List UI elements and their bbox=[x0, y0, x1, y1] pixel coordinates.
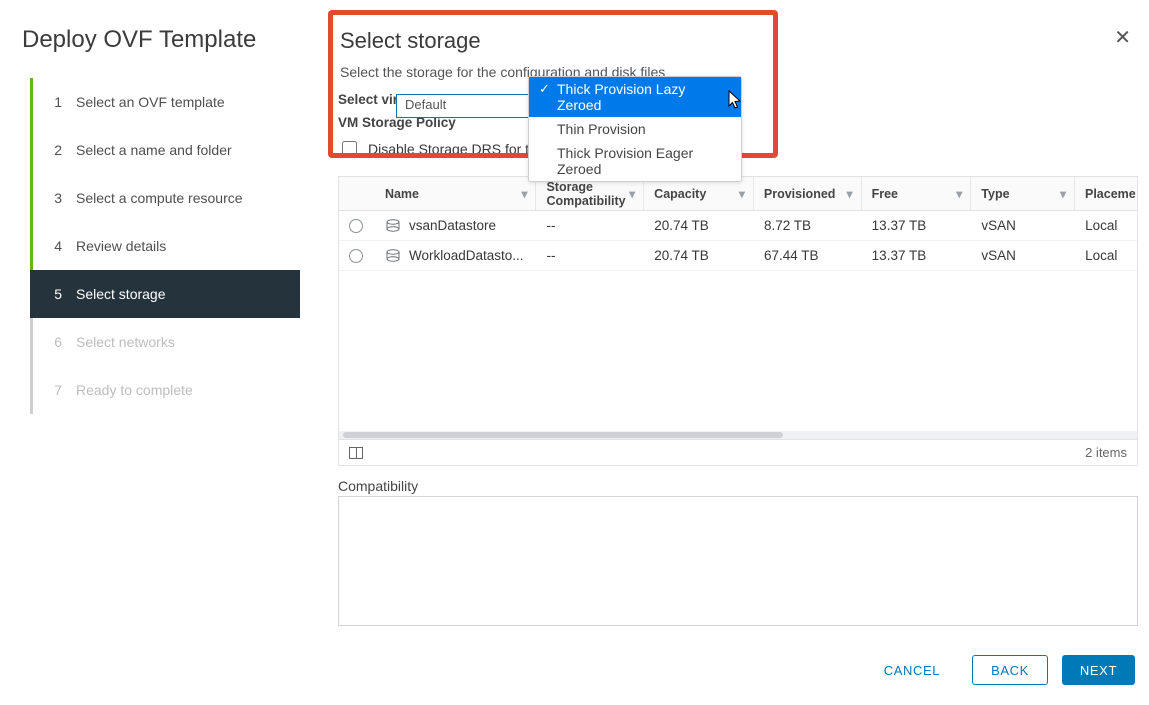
table-row[interactable]: WorkloadDatasto... -- 20.74 TB 67.44 TB … bbox=[339, 241, 1137, 271]
filter-icon[interactable]: ▾ bbox=[739, 187, 745, 201]
row-name: WorkloadDatasto... bbox=[409, 248, 524, 263]
filter-icon[interactable]: ▾ bbox=[521, 187, 527, 201]
cancel-button[interactable]: CANCEL bbox=[866, 655, 958, 685]
row-radio[interactable] bbox=[349, 249, 363, 263]
col-free[interactable]: Free ▾ bbox=[862, 177, 972, 210]
row-provisioned: 8.72 TB bbox=[754, 218, 862, 233]
filter-icon[interactable]: ▾ bbox=[1060, 187, 1066, 201]
filter-icon[interactable]: ▾ bbox=[956, 187, 962, 201]
disable-storage-drs-checkbox[interactable] bbox=[342, 141, 357, 156]
row-capacity: 20.74 TB bbox=[644, 218, 754, 233]
filter-icon[interactable]: ▾ bbox=[629, 187, 635, 201]
wizard-buttons: CANCEL BACK NEXT bbox=[866, 655, 1135, 685]
step-select-ovf-template[interactable]: 1 Select an OVF template bbox=[30, 78, 300, 126]
step-number: 1 bbox=[48, 94, 62, 110]
table-row[interactable]: vsanDatastore -- 20.74 TB 8.72 TB 13.37 … bbox=[339, 211, 1137, 241]
compatibility-label: Compatibility bbox=[338, 478, 418, 494]
row-free: 13.37 TB bbox=[862, 218, 972, 233]
disk-format-dropdown[interactable]: Thick Provision Lazy Zeroed Thin Provisi… bbox=[528, 76, 742, 182]
row-placement: Local bbox=[1075, 248, 1137, 263]
wizard-stepper: 1 Select an OVF template 2 Select a name… bbox=[30, 78, 300, 414]
step-label: Ready to complete bbox=[76, 382, 193, 398]
back-button[interactable]: BACK bbox=[972, 655, 1048, 685]
scrollbar-thumb[interactable] bbox=[343, 432, 783, 438]
pointer-cursor-icon bbox=[725, 90, 743, 110]
row-type: vSAN bbox=[971, 248, 1075, 263]
row-placement: Local bbox=[1075, 218, 1137, 233]
step-number: 2 bbox=[48, 142, 62, 158]
step-select-name-folder[interactable]: 2 Select a name and folder bbox=[30, 126, 300, 174]
horizontal-scrollbar[interactable] bbox=[339, 431, 1137, 439]
step-select-compute-resource[interactable]: 3 Select a compute resource bbox=[30, 174, 300, 222]
row-capacity: 20.74 TB bbox=[644, 248, 754, 263]
page-title: Deploy OVF Template bbox=[22, 26, 256, 54]
row-name: vsanDatastore bbox=[409, 218, 496, 233]
step-select-networks[interactable]: 6 Select networks bbox=[30, 318, 300, 366]
disk-format-option-thick-lazy[interactable]: Thick Provision Lazy Zeroed bbox=[529, 77, 741, 117]
next-button[interactable]: NEXT bbox=[1062, 655, 1135, 685]
filter-icon[interactable]: ▾ bbox=[847, 187, 853, 201]
table-item-count: 2 items bbox=[1085, 445, 1127, 460]
step-label: Select networks bbox=[76, 334, 175, 350]
row-radio[interactable] bbox=[349, 219, 363, 233]
datastore-icon bbox=[385, 219, 401, 233]
step-label: Select a name and folder bbox=[76, 142, 232, 158]
col-type[interactable]: Type ▾ bbox=[971, 177, 1075, 210]
row-storage-compat: -- bbox=[537, 218, 645, 233]
step-label: Select a compute resource bbox=[76, 190, 243, 206]
step-number: 4 bbox=[48, 238, 62, 254]
row-storage-compat: -- bbox=[537, 248, 645, 263]
step-ready-complete[interactable]: 7 Ready to complete bbox=[30, 366, 300, 414]
datastore-table: Name ▾ Storage Compatibility ▾ Capacity … bbox=[338, 176, 1138, 466]
row-free: 13.37 TB bbox=[862, 248, 972, 263]
step-review-details[interactable]: 4 Review details bbox=[30, 222, 300, 270]
col-placement[interactable]: Placeme bbox=[1075, 177, 1137, 210]
col-select bbox=[339, 177, 375, 210]
panel-title: Select storage bbox=[340, 28, 1137, 54]
disk-format-option-thin[interactable]: Thin Provision bbox=[529, 117, 741, 141]
step-number: 5 bbox=[48, 286, 62, 302]
step-number: 6 bbox=[48, 334, 62, 350]
row-type: vSAN bbox=[971, 218, 1075, 233]
step-label: Review details bbox=[76, 238, 166, 254]
row-provisioned: 67.44 TB bbox=[754, 248, 862, 263]
step-number: 3 bbox=[48, 190, 62, 206]
step-select-storage[interactable]: 5 Select storage bbox=[30, 270, 300, 318]
step-number: 7 bbox=[48, 382, 62, 398]
step-label: Select storage bbox=[76, 286, 166, 302]
col-provisioned[interactable]: Provisioned ▾ bbox=[754, 177, 862, 210]
step-label: Select an OVF template bbox=[76, 94, 225, 110]
column-picker-icon[interactable] bbox=[349, 447, 363, 459]
vm-storage-policy-value: Default bbox=[405, 97, 446, 112]
col-name[interactable]: Name ▾ bbox=[375, 177, 537, 210]
disable-storage-drs-label: Disable Storage DRS for thi bbox=[368, 141, 540, 157]
compatibility-box bbox=[338, 496, 1138, 626]
disk-format-option-thick-eager[interactable]: Thick Provision Eager Zeroed bbox=[529, 141, 741, 181]
table-header: Name ▾ Storage Compatibility ▾ Capacity … bbox=[339, 177, 1137, 211]
datastore-icon bbox=[385, 249, 401, 263]
